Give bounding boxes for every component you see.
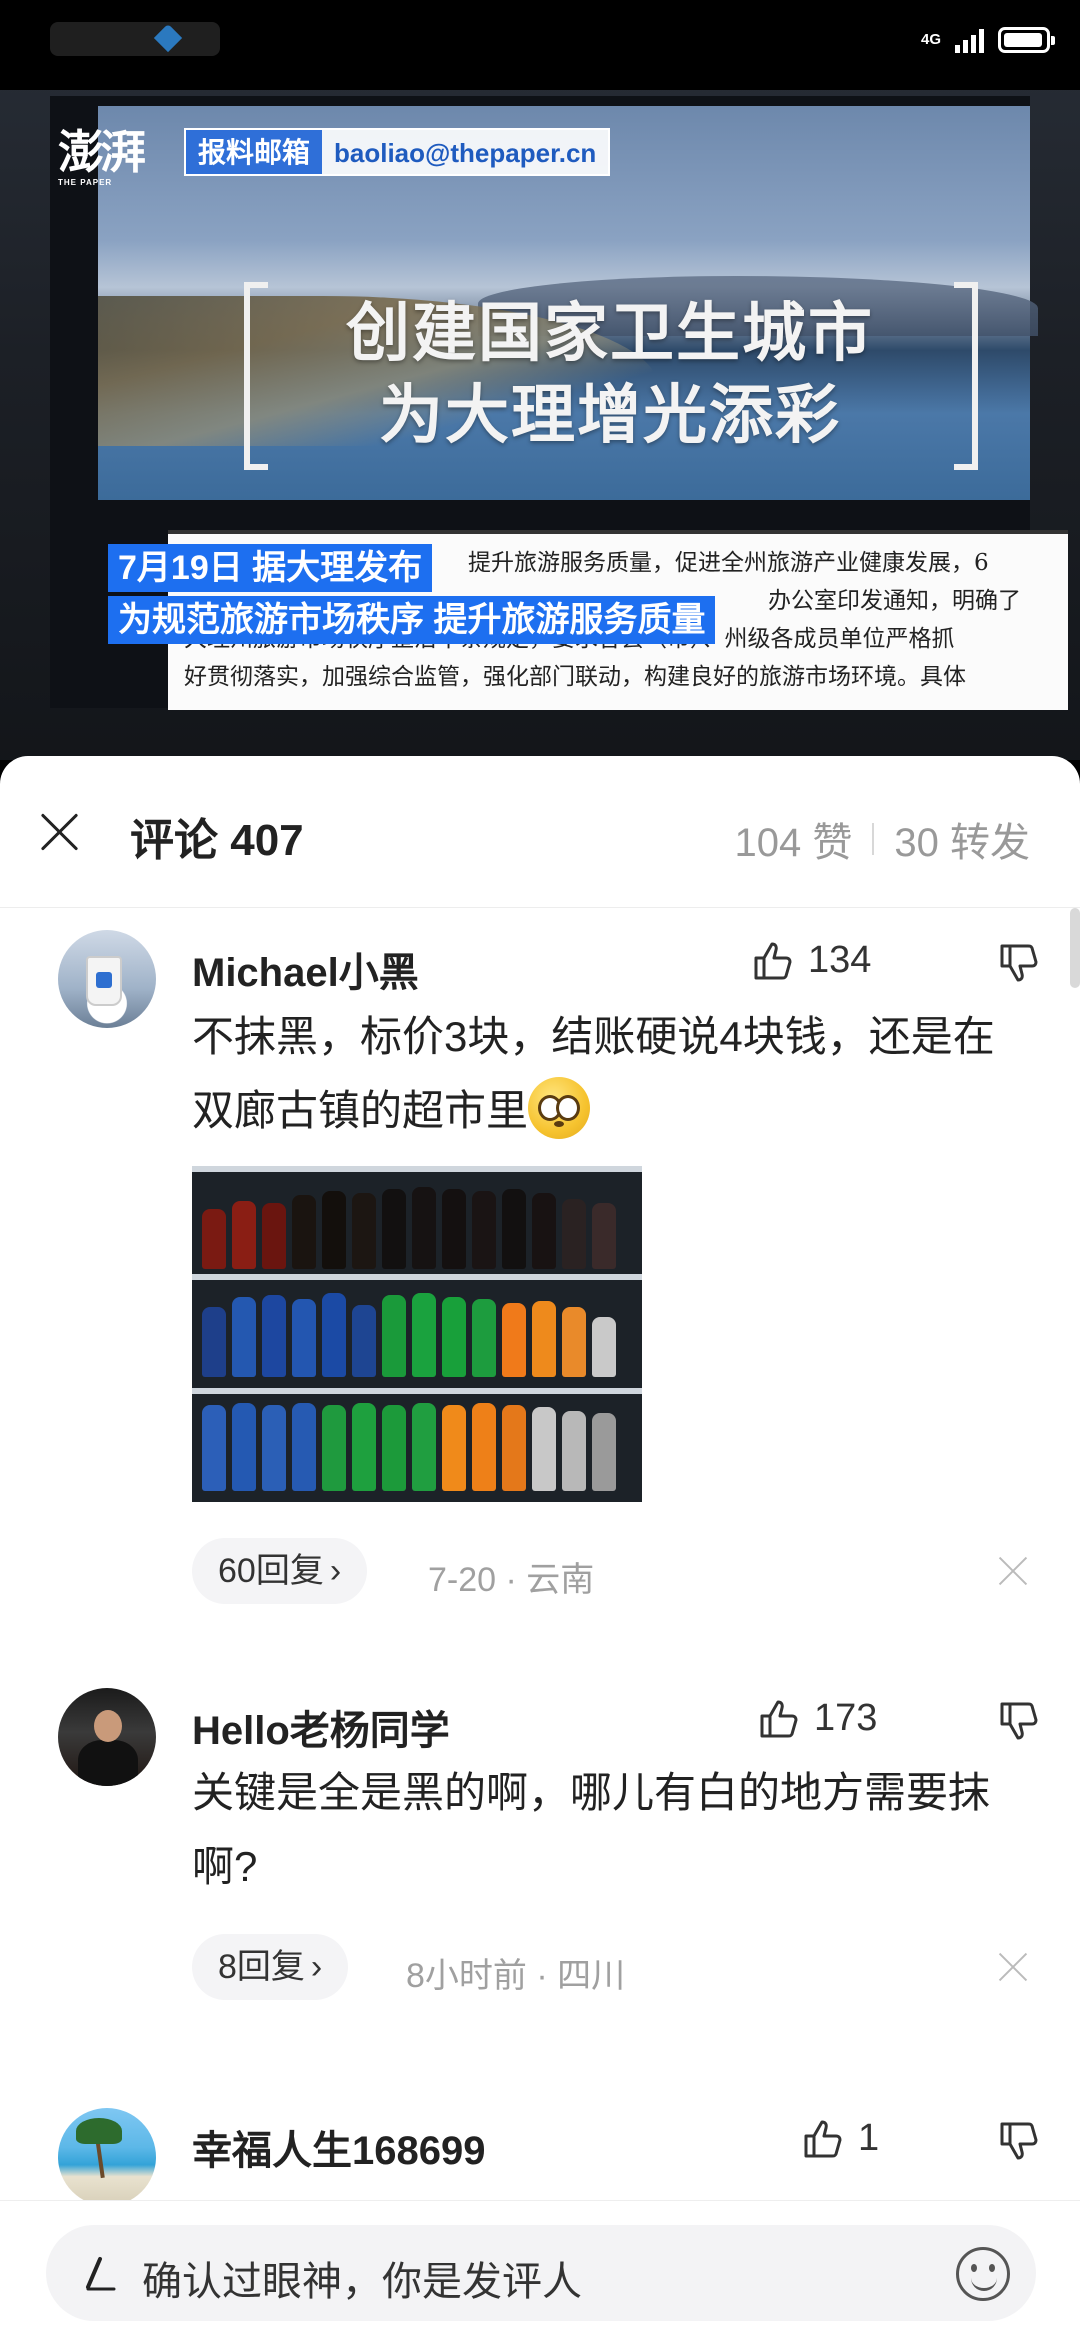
comment-text-content: 不抹黑，标价3块，结账硬说4块钱，还是在双廊古镇的超市里	[192, 1013, 995, 1134]
headline-line-1: 创建国家卫生城市	[346, 297, 874, 369]
like-button[interactable]: 134	[750, 938, 871, 982]
caption-date: 7月19日 据大理发布	[108, 544, 433, 592]
thumbs-up-icon	[754, 942, 792, 980]
like-button[interactable]: 1	[800, 2116, 879, 2160]
logo-subtext: THE PAPER	[58, 178, 113, 187]
thepaper-logo: 澎湃 THE PAPER	[58, 116, 146, 187]
chevron-right-icon: ›	[310, 1948, 323, 1986]
like-count: 134	[808, 938, 872, 981]
emoji-icon	[528, 1077, 591, 1139]
view-replies-button[interactable]: 60回复 ›	[192, 1538, 368, 1604]
comment-header: 评论 407 104 赞 30 转发	[0, 756, 1080, 908]
scrollbar[interactable]	[1070, 908, 1080, 988]
news-frame: 澎湃 THE PAPER 报料邮箱 baoliao@thepaper.cn 创建国…	[50, 96, 1068, 710]
report-tag: 报料邮箱	[186, 130, 323, 174]
like-button[interactable]: 173	[756, 1696, 877, 1740]
bottle-row	[202, 1174, 622, 1269]
comment-username[interactable]: Hello老杨同学	[192, 1698, 450, 1756]
thumbs-down-icon[interactable]	[996, 2120, 1040, 2164]
emoji-picker-icon[interactable]	[956, 2247, 1010, 2301]
status-indicators: 4G	[920, 20, 1055, 60]
avatar[interactable]	[58, 2108, 156, 2206]
comment-meta: 7-20 · 云南	[428, 1561, 595, 1599]
status-bar: 4G	[0, 0, 1080, 90]
headline-line-2: 为大理增光添彩	[379, 379, 841, 451]
network-type: 4G	[920, 31, 941, 48]
bracket-left	[244, 282, 268, 470]
reply-count: 8回复	[218, 1948, 305, 1986]
like-count: 1	[858, 2116, 880, 2159]
shelf	[192, 1274, 642, 1280]
share-count: 30 转发	[894, 821, 1030, 865]
close-icon[interactable]	[998, 1556, 1028, 1586]
thumbs-up-icon	[804, 2120, 842, 2158]
comment-text: 关键是全是黑的啊，哪儿有白的地方需要抹啊?	[192, 1769, 991, 1890]
comment-username[interactable]: Michael小黑	[192, 940, 419, 998]
notification-icons	[50, 22, 220, 56]
comment-image[interactable]	[192, 1166, 642, 1502]
view-replies-button[interactable]: 8回复 ›	[192, 1934, 349, 2000]
logo-text: 澎湃	[58, 125, 146, 179]
post-stats: 104 赞 30 转发	[735, 810, 1030, 868]
comment-username[interactable]: 幸福人生168699	[192, 2118, 485, 2176]
close-icon[interactable]	[38, 810, 82, 854]
report-email: baoliao@thepaper.cn	[334, 138, 597, 168]
comment-count-title: 评论 407	[130, 816, 304, 865]
thumbs-down-icon[interactable]	[996, 1700, 1040, 1744]
stats-divider	[872, 823, 875, 855]
pen-icon	[86, 2257, 116, 2291]
bottle-row	[202, 1282, 622, 1377]
doc-line-4: 好贯彻落实，加强综合监管，强化部门联动，构建良好的旅游市场环境。具体	[184, 664, 966, 690]
comment-input-bar: 确认过眼神，你是发评人	[0, 2200, 1080, 2340]
like-count: 173	[814, 1696, 878, 1739]
signal-icon	[955, 27, 984, 53]
avatar[interactable]	[58, 930, 156, 1028]
comment-text: 不抹黑，标价3块，结账硬说4块钱，还是在双廊古镇的超市里	[192, 1000, 1032, 1148]
avatar[interactable]	[58, 1688, 156, 1786]
video-headline: 创建国家卫生城市 为大理增光添彩	[280, 292, 940, 456]
comment-input[interactable]: 确认过眼神，你是发评人	[46, 2225, 1036, 2321]
battery-icon	[998, 27, 1055, 53]
reply-count: 60回复	[218, 1552, 324, 1590]
report-email-banner: 报料邮箱 baoliao@thepaper.cn	[184, 128, 611, 176]
video-player[interactable]: 澎湃 THE PAPER 报料邮箱 baoliao@thepaper.cn 创建国…	[0, 90, 1080, 760]
thumbs-up-icon	[760, 1700, 798, 1738]
thumbs-down-icon[interactable]	[996, 942, 1040, 986]
bracket-right	[954, 282, 978, 470]
comment-input-placeholder: 确认过眼神，你是发评人	[142, 2260, 582, 2304]
heart-icon	[153, 23, 183, 53]
bottle-row	[202, 1396, 622, 1491]
comment-sheet: 评论 407 104 赞 30 转发 Michael小黑 134 不抹黑，标价3…	[0, 756, 1080, 2340]
shelf	[192, 1166, 642, 1172]
comment-meta: 8小时前 · 四川	[406, 1957, 626, 1995]
caption-summary: 为规范旅游市场秩序 提升旅游服务质量	[108, 596, 716, 644]
chevron-right-icon: ›	[329, 1552, 342, 1590]
close-icon[interactable]	[998, 1952, 1028, 1982]
shelf	[192, 1388, 642, 1394]
like-count: 104 赞	[734, 821, 853, 865]
